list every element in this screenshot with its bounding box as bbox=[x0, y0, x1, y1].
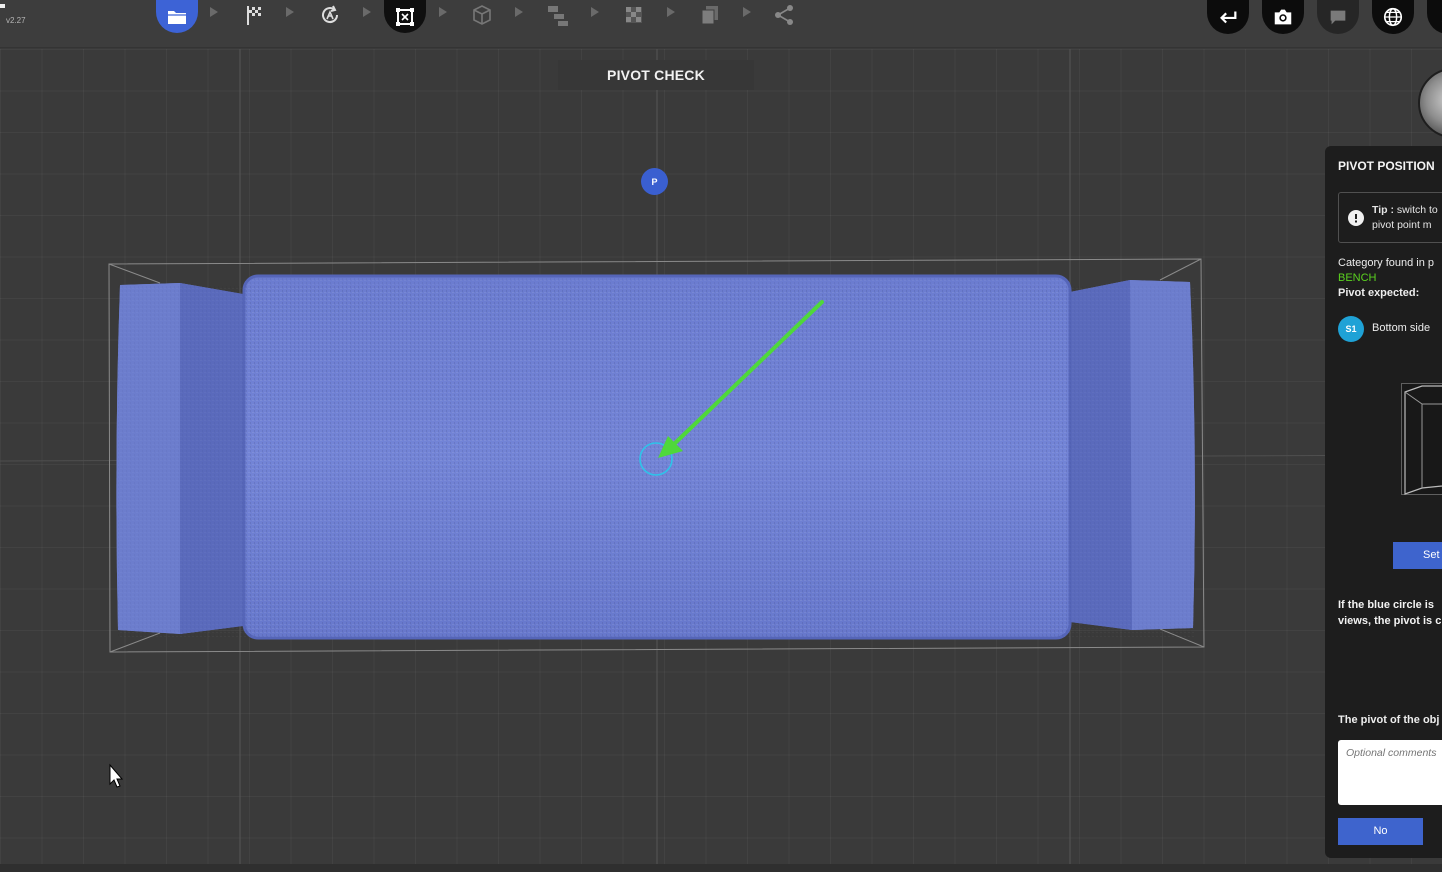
hierarchy-icon bbox=[548, 6, 568, 26]
step-geometry-button[interactable] bbox=[461, 0, 503, 30]
viewport-scene bbox=[0, 49, 1442, 864]
no-button[interactable]: No bbox=[1338, 818, 1423, 845]
mouse-cursor bbox=[109, 763, 124, 788]
pivot-preview-image bbox=[1401, 383, 1442, 495]
panel-title: PIVOT POSITION bbox=[1338, 159, 1435, 173]
globe-icon bbox=[1383, 7, 1403, 27]
camera-icon bbox=[1274, 9, 1292, 25]
step-separator bbox=[591, 7, 599, 17]
language-button[interactable] bbox=[1372, 0, 1414, 34]
screenshot-button[interactable] bbox=[1262, 0, 1304, 34]
cube-icon bbox=[473, 5, 491, 25]
version-label: v2.27 bbox=[6, 16, 26, 25]
comments-button[interactable] bbox=[1317, 0, 1359, 34]
share-icon bbox=[775, 5, 793, 25]
checkered-flag-icon bbox=[247, 6, 261, 25]
comments-field[interactable] bbox=[1338, 740, 1442, 805]
pivot-position-panel: PIVOT POSITION Tip : switch to pivot poi… bbox=[1325, 146, 1442, 858]
bench-model[interactable] bbox=[116, 274, 1195, 640]
tip-box: Tip : switch to pivot point m bbox=[1338, 192, 1442, 243]
pivot-question: The pivot of the obj bbox=[1338, 714, 1440, 726]
folder-icon bbox=[168, 10, 186, 24]
pivot-option-label: Bottom side bbox=[1372, 322, 1431, 334]
category-label: Category found in p bbox=[1338, 257, 1435, 269]
page-title: PIVOT CHECK bbox=[558, 60, 754, 90]
undo-button[interactable] bbox=[1207, 0, 1249, 34]
top-toolbar: v2.27 bbox=[0, 0, 1442, 48]
bottom-strip bbox=[0, 864, 1442, 872]
step-separator bbox=[743, 7, 751, 17]
step-separator bbox=[667, 7, 675, 17]
note-line-1: If the blue circle is bbox=[1338, 599, 1434, 611]
step-share-button[interactable] bbox=[763, 0, 805, 30]
tip-text: Tip : switch to pivot point m bbox=[1372, 203, 1438, 233]
tip-line-1: switch to bbox=[1396, 204, 1438, 216]
tip-line-2: pivot point m bbox=[1372, 219, 1432, 231]
chat-icon bbox=[1330, 10, 1346, 25]
pivot-instructions: If the blue circle is views, the pivot i… bbox=[1338, 597, 1442, 629]
undo-arrow-icon bbox=[1220, 11, 1237, 24]
step-checks-button[interactable] bbox=[233, 0, 275, 30]
rotation-icon bbox=[322, 5, 339, 24]
3d-viewport[interactable]: PIVOT CHECK P bbox=[0, 49, 1442, 864]
set-pivot-button[interactable]: Set bbox=[1393, 542, 1442, 569]
info-icon bbox=[1348, 210, 1364, 226]
step-separator bbox=[363, 7, 371, 17]
step-open-file-button[interactable] bbox=[156, 0, 198, 33]
app-window: v2.27 PIVOT CHECK P PIVOT POSITION Tip:… bbox=[0, 0, 1442, 872]
pivot-point-marker[interactable]: P bbox=[641, 168, 668, 195]
layers-icon bbox=[701, 6, 718, 25]
step-separator bbox=[286, 7, 294, 17]
logo-fragment bbox=[0, 4, 5, 8]
step-pivot-button[interactable] bbox=[384, 0, 426, 33]
pivot-expected-label: Pivot expected: bbox=[1338, 287, 1420, 299]
step-separator bbox=[210, 7, 218, 17]
note-line-2: views, the pivot is c bbox=[1338, 615, 1442, 627]
step-layers-button[interactable] bbox=[689, 0, 731, 30]
pivot-option-badge: S1 bbox=[1338, 316, 1364, 342]
exit-icon bbox=[1441, 12, 1442, 22]
step-separator bbox=[515, 7, 523, 17]
pivot-frame-icon bbox=[396, 7, 414, 26]
tip-label: Tip : bbox=[1372, 204, 1394, 216]
step-textures-button[interactable] bbox=[613, 0, 655, 30]
checker-texture-icon bbox=[626, 7, 642, 23]
step-hierarchy-button[interactable] bbox=[537, 0, 579, 30]
category-value: BENCH bbox=[1338, 272, 1377, 284]
step-separator bbox=[439, 7, 447, 17]
step-rotation-button[interactable] bbox=[309, 0, 351, 30]
exit-button[interactable] bbox=[1427, 0, 1442, 34]
